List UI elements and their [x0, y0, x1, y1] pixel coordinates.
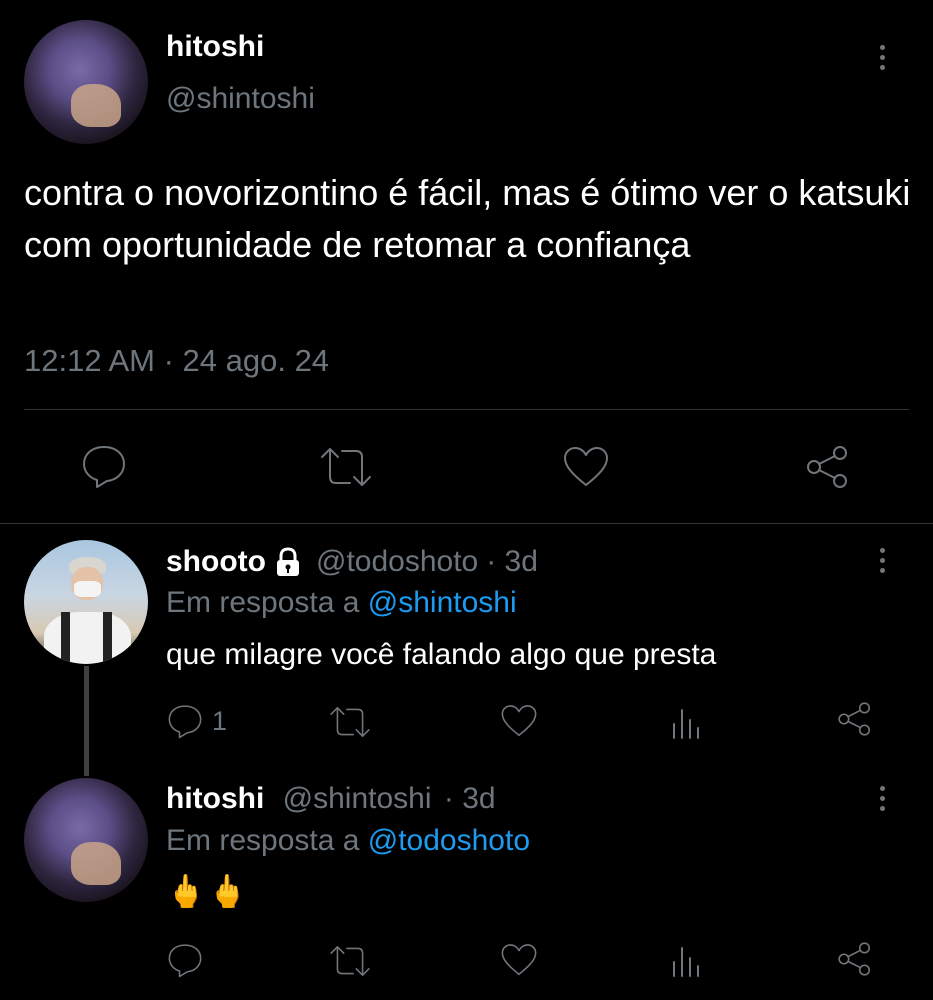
tweet-text: contra o novorizontino é fácil, mas é ót… [24, 172, 911, 265]
divider [24, 409, 909, 410]
reply-header: shooto @todoshoto · 3d [166, 545, 538, 579]
thread-line [84, 666, 89, 776]
more-options-icon[interactable] [876, 45, 888, 75]
retweet-icon [330, 707, 370, 737]
avatar-hand [71, 842, 121, 885]
reply-icon [168, 705, 202, 739]
like-icon [501, 944, 537, 976]
share-button[interactable] [836, 700, 874, 738]
analytics-icon [673, 947, 699, 977]
reply-icon [83, 446, 125, 488]
reply-time[interactable]: · 3d [486, 545, 538, 579]
display-name[interactable]: shooto [166, 545, 266, 579]
handle[interactable]: @shintoshi [166, 82, 315, 116]
reply-button[interactable] [80, 443, 128, 489]
display-name[interactable]: hitoshi [166, 30, 264, 64]
share-button[interactable] [804, 443, 852, 491]
retweet-icon [330, 946, 370, 976]
views-button[interactable] [670, 942, 704, 978]
share-icon [838, 702, 871, 736]
reply-text: 🖕🖕 [166, 873, 250, 909]
like-button[interactable] [500, 943, 538, 977]
like-button[interactable] [562, 446, 610, 488]
share-button[interactable] [836, 940, 874, 978]
handle[interactable]: @todoshoto [316, 545, 478, 579]
retweet-icon [321, 448, 371, 486]
share-icon [807, 446, 847, 488]
avatar[interactable] [24, 778, 148, 902]
section-divider [0, 523, 933, 524]
retweet-button[interactable] [328, 945, 372, 977]
lock-icon [276, 547, 299, 576]
like-button[interactable] [500, 704, 538, 738]
reply-prefix: Em resposta a [166, 824, 360, 857]
reply-text: que milagre você falando algo que presta [166, 638, 717, 671]
retweet-button[interactable] [318, 447, 374, 487]
display-name[interactable]: hitoshi [166, 782, 264, 815]
analytics-icon [673, 709, 699, 739]
avatar[interactable] [24, 540, 148, 664]
handle[interactable]: @shintoshi [283, 782, 432, 815]
reply-header: hitoshi @shintoshi · 3d [166, 782, 496, 816]
reply-context: Em resposta a @shintoshi [166, 586, 517, 620]
more-options-icon[interactable] [876, 786, 888, 816]
avatar[interactable] [24, 20, 148, 144]
reply-icon [168, 944, 202, 978]
reply-count: 1 [212, 705, 228, 736]
reply-time[interactable]: · 3d [444, 782, 496, 815]
avatar-hand [71, 84, 121, 127]
retweet-button[interactable] [328, 706, 372, 738]
share-icon [838, 942, 871, 976]
views-button[interactable] [670, 704, 704, 740]
reply-prefix: Em resposta a [166, 586, 360, 619]
more-options-icon[interactable] [876, 548, 888, 578]
reply-button[interactable] [166, 942, 204, 978]
like-icon [564, 447, 608, 486]
like-icon [501, 705, 537, 737]
reply-to-link[interactable]: @todoshoto [368, 824, 530, 857]
reply-context: Em resposta a @todoshoto [166, 824, 530, 858]
timestamp[interactable]: 12:12 AM · 24 ago. 24 [24, 343, 329, 379]
reply-button[interactable]: 1 [166, 703, 227, 739]
reply-to-link[interactable]: @shintoshi [368, 586, 517, 619]
